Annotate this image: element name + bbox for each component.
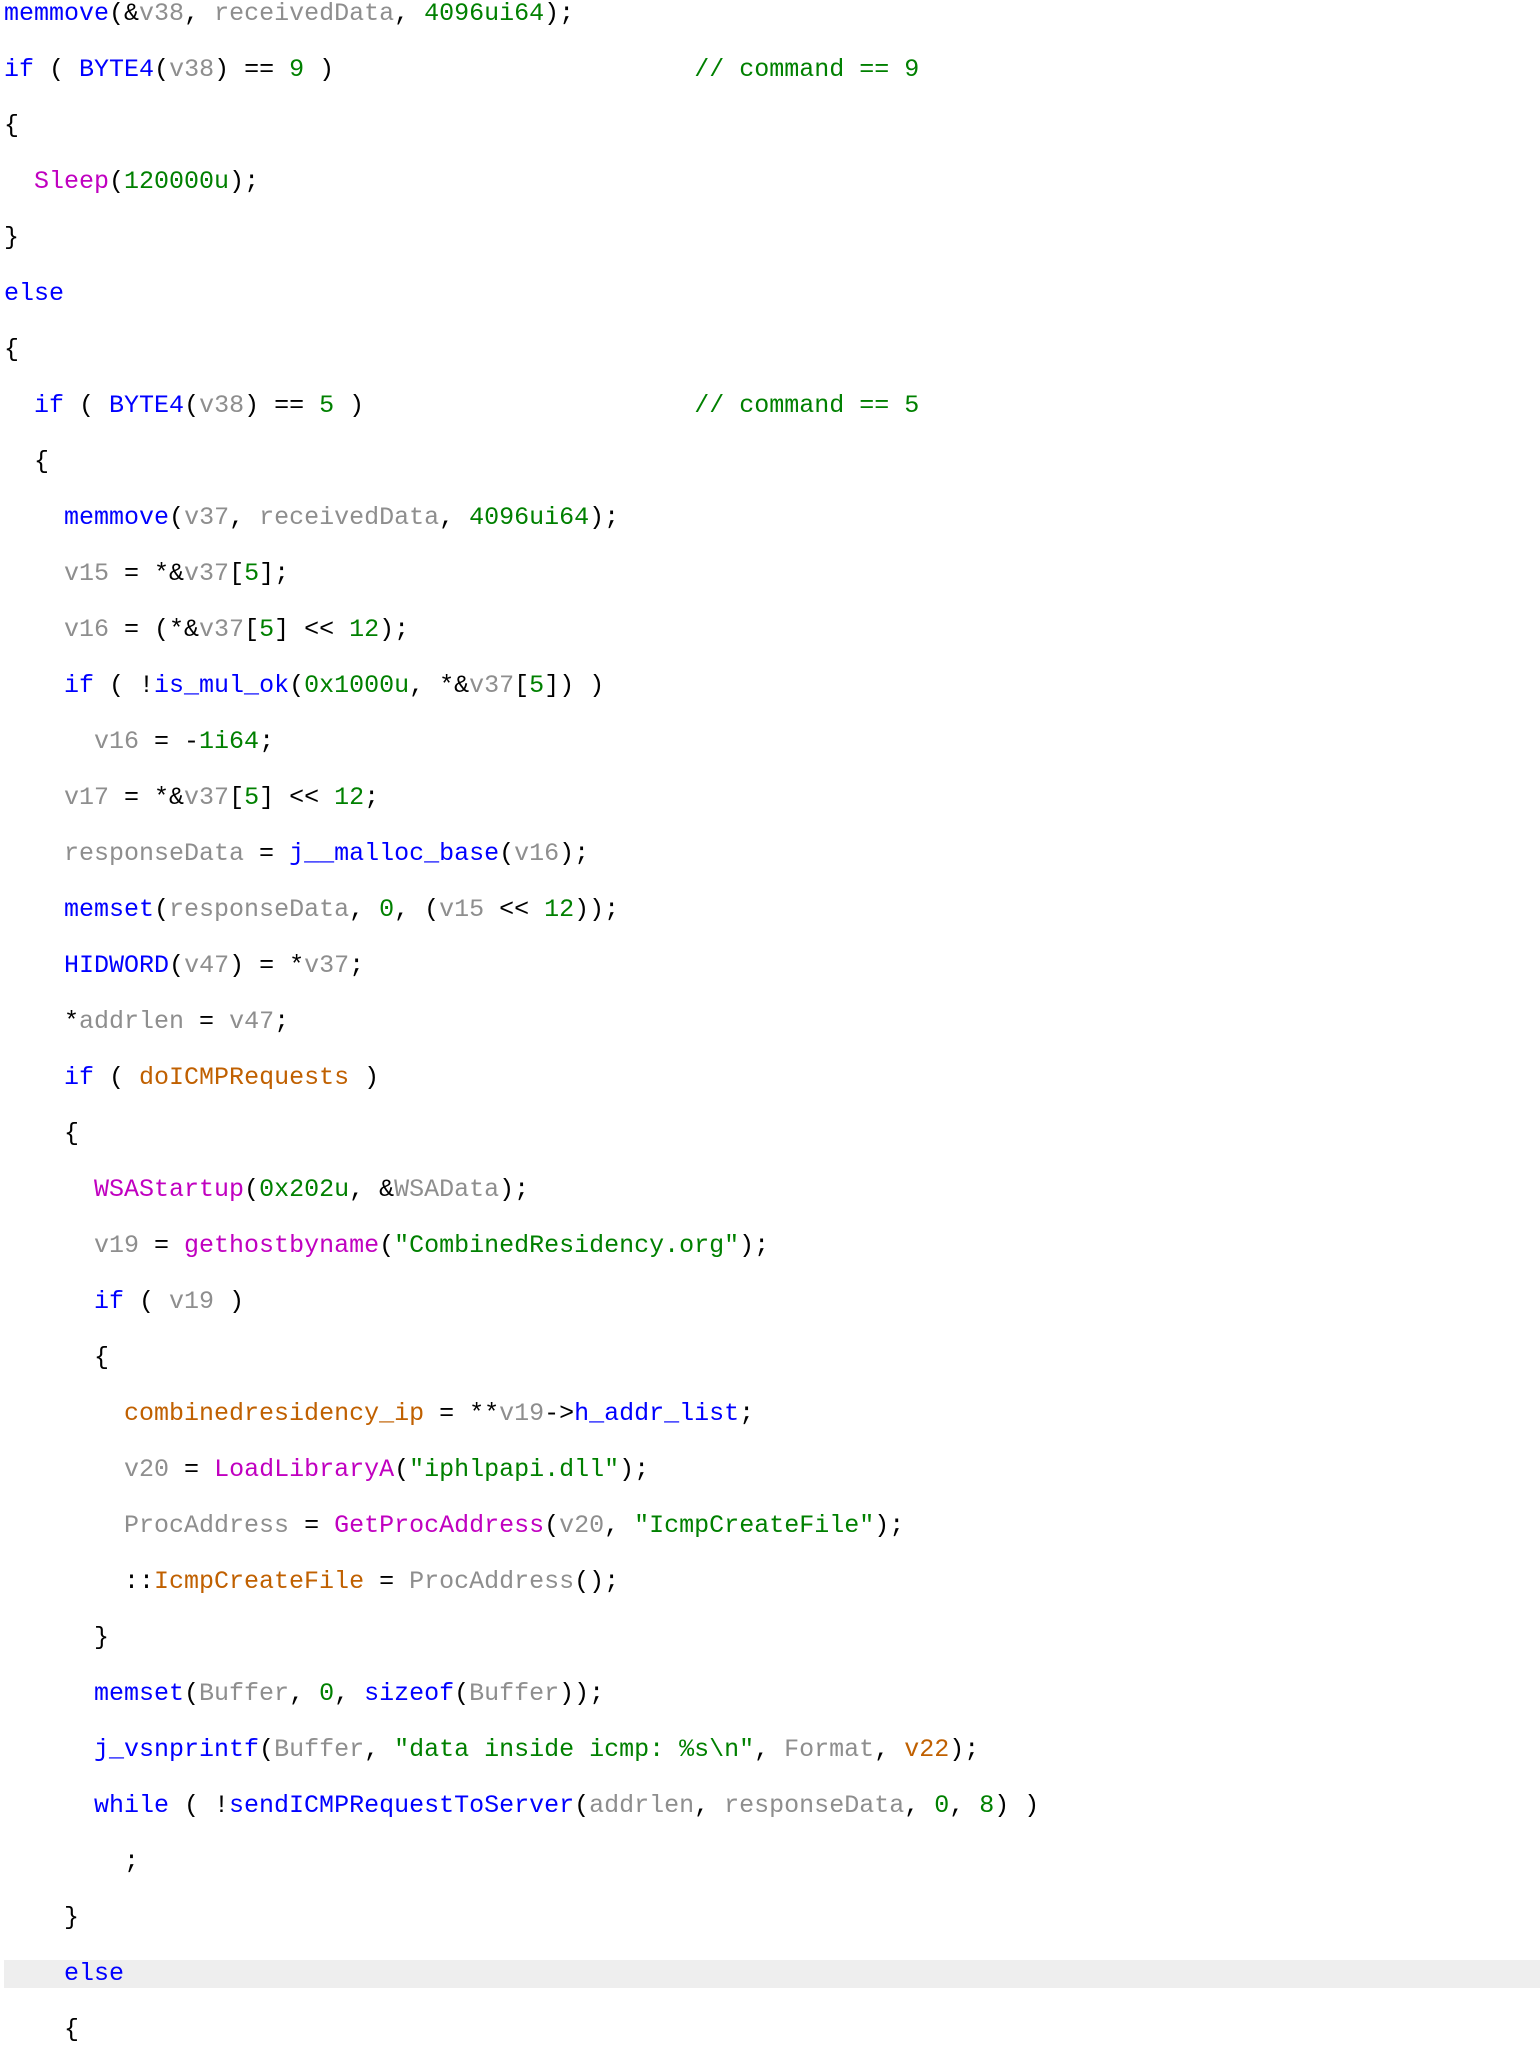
code-line: HIDWORD(v47) = *v37; (4, 952, 1540, 980)
code-line: memset(responseData, 0, (v15 << 12)); (4, 896, 1540, 924)
code-line: } (4, 224, 1540, 252)
code-line: ; (4, 1848, 1540, 1876)
code-line: v20 = LoadLibraryA("iphlpapi.dll"); (4, 1456, 1540, 1484)
code-line: v15 = *&v37[5]; (4, 560, 1540, 588)
code-line: WSAStartup(0x202u, &WSAData); (4, 1176, 1540, 1204)
code-line: responseData = j__malloc_base(v16); (4, 840, 1540, 868)
code-line: { (4, 448, 1540, 476)
code-line: { (4, 336, 1540, 364)
code-line: ::IcmpCreateFile = ProcAddress(); (4, 1568, 1540, 1596)
code-line: v19 = gethostbyname("CombinedResidency.o… (4, 1232, 1540, 1260)
code-line: ProcAddress = GetProcAddress(v20, "IcmpC… (4, 1512, 1540, 1540)
code-line: else (4, 280, 1540, 308)
code-line: j_vsnprintf(Buffer, "data inside icmp: %… (4, 1736, 1540, 1764)
code-line-highlighted: else (4, 1960, 1540, 1988)
code-line: if ( BYTE4(v38) == 5 ) // command == 5 (4, 392, 1540, 420)
code-line: if ( doICMPRequests ) (4, 1064, 1540, 1092)
code-line: { (4, 1344, 1540, 1372)
code-line: combinedresidency_ip = **v19->h_addr_lis… (4, 1400, 1540, 1428)
code-line: v17 = *&v37[5] << 12; (4, 784, 1540, 812)
code-line: *addrlen = v47; (4, 1008, 1540, 1036)
code-line: { (4, 112, 1540, 140)
code-line: Sleep(120000u); (4, 168, 1540, 196)
code-line: while ( !sendICMPRequestToServer(addrlen… (4, 1792, 1540, 1820)
code-line: memset(Buffer, 0, sizeof(Buffer)); (4, 1680, 1540, 1708)
code-line: { (4, 2016, 1540, 2044)
code-line: memmove(&v38, receivedData, 4096ui64); (4, 0, 1540, 28)
code-line: if ( !is_mul_ok(0x1000u, *&v37[5]) ) (4, 672, 1540, 700)
code-line: if ( v19 ) (4, 1288, 1540, 1316)
code-line: v16 = -1i64; (4, 728, 1540, 756)
code-line: v16 = (*&v37[5] << 12); (4, 616, 1540, 644)
code-line: { (4, 1120, 1540, 1148)
decompiled-code-listing: memmove(&v38, receivedData, 4096ui64); i… (0, 0, 1540, 2072)
code-line: if ( BYTE4(v38) == 9 ) // command == 9 (4, 56, 1540, 84)
code-line: } (4, 1904, 1540, 1932)
code-line: } (4, 1624, 1540, 1652)
code-line: memmove(v37, receivedData, 4096ui64); (4, 504, 1540, 532)
